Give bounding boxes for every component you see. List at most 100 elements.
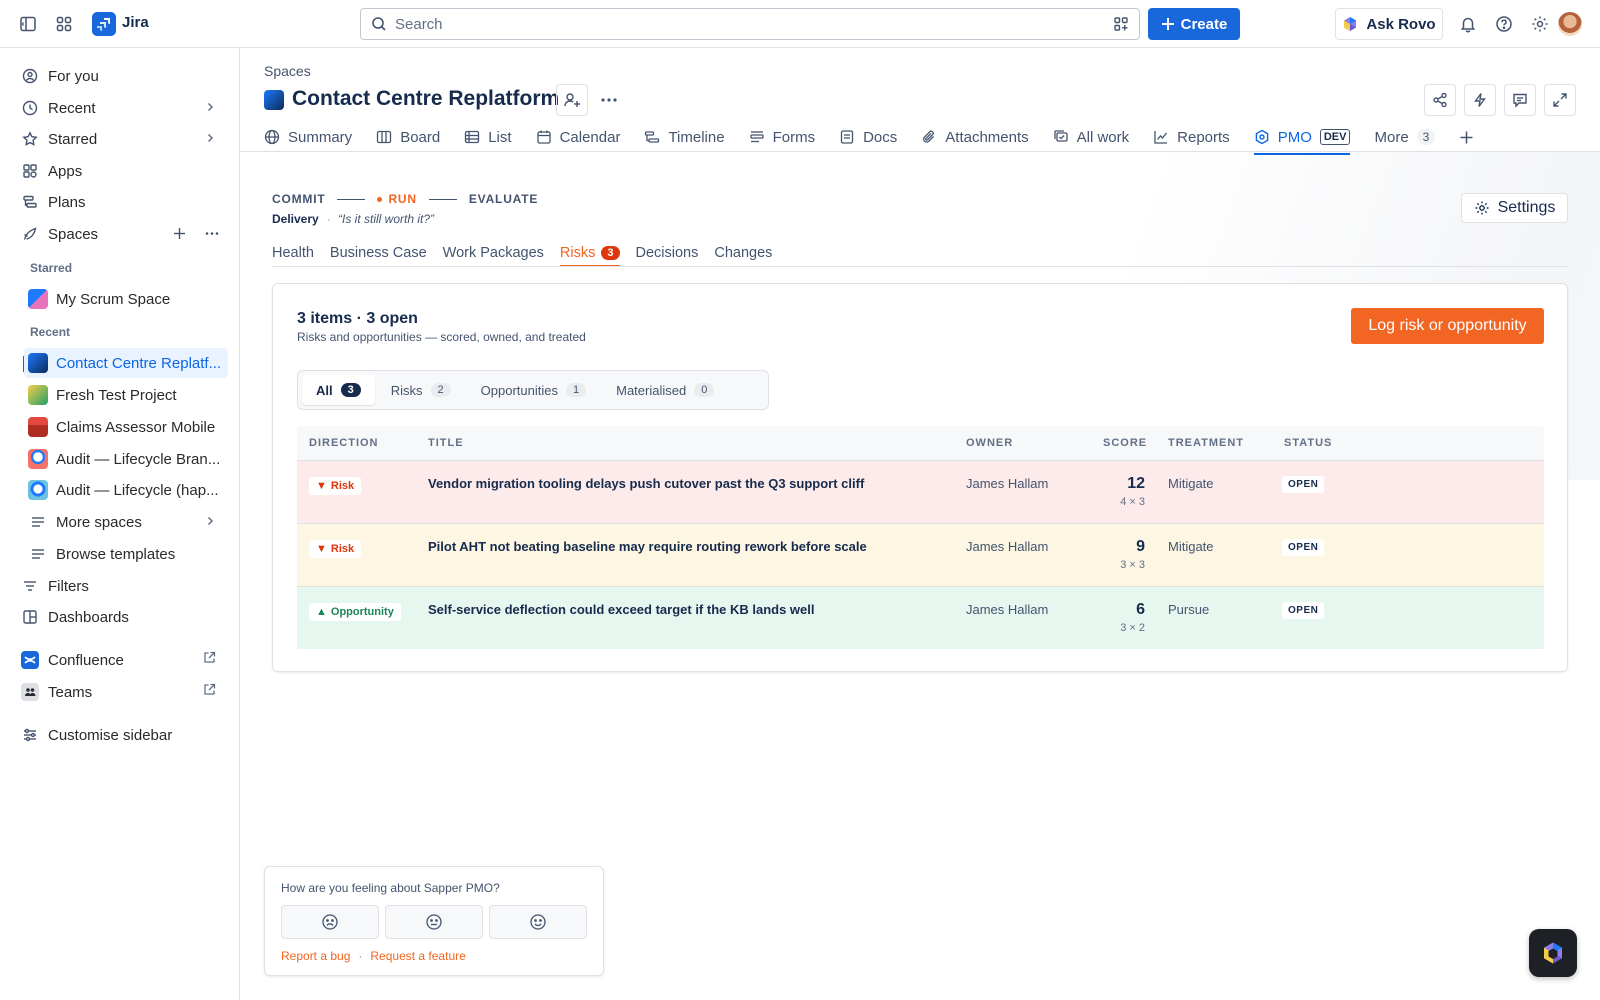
- table-row[interactable]: ▼ Risk Vendor migration tooling delays pu…: [297, 460, 1544, 523]
- sidebar-item-starred[interactable]: Starred: [12, 124, 228, 154]
- fullscreen-button[interactable]: [1544, 84, 1576, 116]
- column-header-title[interactable]: TITLE: [428, 437, 464, 449]
- sidebar-item-apps[interactable]: Apps: [12, 156, 228, 186]
- tab-list[interactable]: List: [464, 122, 512, 152]
- tab-summary[interactable]: Summary: [264, 122, 352, 152]
- sidebar-item-dashboards[interactable]: Dashboards: [12, 602, 228, 632]
- more-actions-icon[interactable]: [593, 84, 625, 116]
- stage-run[interactable]: RUN: [377, 192, 416, 206]
- sidebar-item-plans[interactable]: Plans: [12, 187, 228, 217]
- risk-title[interactable]: Vendor migration tooling delays push cut…: [428, 476, 864, 491]
- help-icon[interactable]: [1492, 12, 1516, 36]
- automation-button[interactable]: [1464, 84, 1496, 116]
- subtab-health[interactable]: Health: [272, 240, 314, 266]
- external-link-icon[interactable]: [203, 651, 216, 664]
- sidebar-space-my-scrum-space[interactable]: My Scrum Space: [24, 284, 228, 314]
- search-input[interactable]: Search: [360, 8, 1140, 40]
- stage-commit[interactable]: COMMIT: [272, 192, 325, 206]
- tab-all-work[interactable]: All work: [1053, 122, 1129, 152]
- sidebar-space-claims-assessor[interactable]: Claims Assessor Mobile: [24, 412, 228, 442]
- sidebar-item-recent[interactable]: Recent: [12, 93, 228, 123]
- user-avatar[interactable]: [1558, 12, 1582, 36]
- spaces-more-icon[interactable]: [204, 227, 220, 240]
- rocket-space-icon: [28, 353, 48, 373]
- pmo-settings-button[interactable]: Settings: [1461, 193, 1568, 223]
- tab-forms[interactable]: Forms: [749, 122, 815, 152]
- sidebar-item-teams[interactable]: Teams: [12, 677, 228, 707]
- sidebar-space-contact-centre[interactable]: Contact Centre Replatf...: [24, 348, 228, 378]
- add-people-button[interactable]: [556, 84, 588, 116]
- column-header-status[interactable]: STATUS: [1284, 437, 1332, 449]
- link-separator: ·: [358, 949, 363, 963]
- filter-opportunities[interactable]: Opportunities 1: [467, 375, 600, 405]
- subtab-decisions[interactable]: Decisions: [636, 240, 699, 266]
- chevron-right-icon[interactable]: [204, 101, 216, 113]
- feedback-button[interactable]: [1504, 84, 1536, 116]
- column-header-owner[interactable]: OWNER: [966, 437, 1013, 449]
- breadcrumb[interactable]: Spaces: [264, 63, 311, 79]
- chevron-right-icon[interactable]: [204, 132, 216, 144]
- add-tab-button[interactable]: [1459, 122, 1474, 152]
- subtab-business-case[interactable]: Business Case: [330, 240, 427, 266]
- sidebar-item-confluence[interactable]: Confluence: [12, 645, 228, 675]
- tab-board[interactable]: Board: [376, 122, 440, 152]
- sidebar-item-browse-templates[interactable]: Browse templates: [24, 539, 228, 569]
- tab-attachments[interactable]: Attachments: [921, 122, 1029, 152]
- tab-calendar[interactable]: Calendar: [536, 122, 620, 152]
- sidebar-space-audit-branch[interactable]: Audit — Lifecycle Bran...: [24, 444, 228, 474]
- feedback-sad-button[interactable]: [281, 905, 379, 939]
- tab-label: Attachments: [945, 128, 1029, 146]
- sidebar-space-audit-happy[interactable]: Audit — Lifecycle (hap...: [24, 475, 228, 505]
- subtab-label: Decisions: [635, 245, 699, 261]
- direction-label: Risk: [330, 543, 355, 555]
- confluence-logo-icon: [20, 650, 40, 670]
- report-bug-link[interactable]: Report a bug: [281, 949, 350, 963]
- sidebar-item-spaces[interactable]: Spaces: [12, 219, 228, 249]
- filter-materialised[interactable]: Materialised 0: [602, 375, 728, 405]
- plans-icon: [20, 192, 40, 212]
- column-header-direction[interactable]: DIRECTION: [309, 437, 379, 449]
- create-button[interactable]: Create: [1148, 8, 1240, 40]
- table-row[interactable]: ▲ Opportunity Self-service deflection cou…: [297, 586, 1544, 649]
- risk-title[interactable]: Pilot AHT not beating baseline may requi…: [428, 539, 867, 554]
- filter-risks[interactable]: Risks 2: [377, 375, 465, 405]
- subtab-work-packages[interactable]: Work Packages: [443, 240, 544, 266]
- tab-docs[interactable]: Docs: [839, 122, 897, 152]
- sidebar-item-more-spaces[interactable]: More spaces: [24, 507, 228, 537]
- share-button[interactable]: [1424, 84, 1456, 116]
- sidebar-item-label: Teams: [48, 683, 93, 701]
- sidebar-space-fresh-test[interactable]: Fresh Test Project: [24, 380, 228, 410]
- stage-evaluate[interactable]: EVALUATE: [469, 192, 538, 206]
- sidebar-toggle-icon[interactable]: [16, 12, 40, 36]
- app-switcher-icon[interactable]: [52, 12, 76, 36]
- risk-title[interactable]: Self-service deflection could exceed tar…: [428, 602, 815, 617]
- column-header-score[interactable]: SCORE: [1103, 437, 1147, 449]
- tab-pmo[interactable]: PMO DEV: [1253, 122, 1351, 155]
- subtab-risks[interactable]: Risks 3: [559, 240, 620, 267]
- add-space-plus-icon[interactable]: [173, 227, 186, 240]
- request-feature-link[interactable]: Request a feature: [370, 949, 465, 963]
- settings-gear-icon[interactable]: [1528, 12, 1552, 36]
- sidebar-item-customise[interactable]: Customise sidebar: [12, 720, 228, 750]
- column-header-treatment[interactable]: TREATMENT: [1168, 437, 1244, 449]
- sidebar-item-filters[interactable]: Filters: [12, 571, 228, 601]
- subtab-changes[interactable]: Changes: [714, 240, 772, 266]
- chevron-right-icon[interactable]: [204, 515, 216, 527]
- sidebar-item-for-you[interactable]: For you: [12, 61, 228, 91]
- rovo-chat-button[interactable]: [1529, 929, 1577, 977]
- feedback-neutral-button[interactable]: [385, 905, 483, 939]
- search-filters-icon[interactable]: [1113, 16, 1129, 32]
- direction-badge: ▼ Risk: [309, 540, 362, 558]
- jira-logo-icon[interactable]: [92, 12, 116, 36]
- ask-rovo-button[interactable]: Ask Rovo: [1335, 8, 1443, 40]
- table-row[interactable]: ▼ Risk Pilot AHT not beating baseline may…: [297, 523, 1544, 586]
- feedback-happy-button[interactable]: [489, 905, 587, 939]
- external-link-icon[interactable]: [203, 683, 216, 696]
- notifications-bell-icon[interactable]: [1456, 12, 1480, 36]
- tab-more[interactable]: More 3: [1374, 122, 1436, 152]
- log-risk-button[interactable]: Log risk or opportunity: [1351, 308, 1544, 344]
- tab-reports[interactable]: Reports: [1153, 122, 1230, 152]
- app-name[interactable]: Jira: [122, 14, 149, 31]
- tab-timeline[interactable]: Timeline: [644, 122, 725, 152]
- filter-all[interactable]: All 3: [302, 375, 375, 405]
